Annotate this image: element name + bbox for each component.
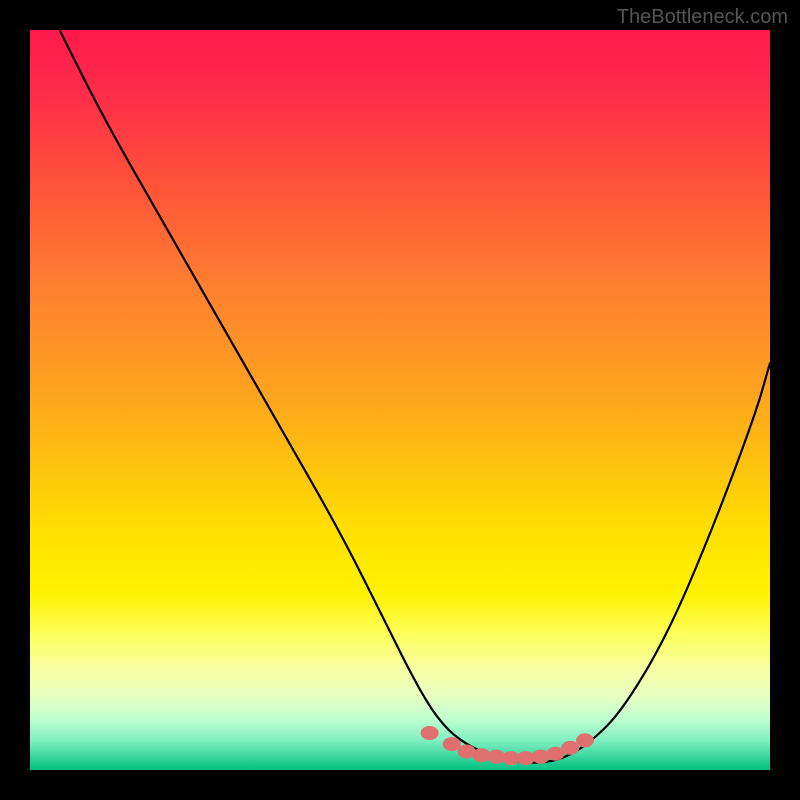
marker-point: [443, 737, 461, 751]
marker-point: [561, 741, 579, 755]
watermark-text: TheBottleneck.com: [617, 6, 788, 29]
chart-curve: [60, 30, 770, 763]
chart-markers: [421, 726, 594, 765]
marker-point: [576, 733, 594, 747]
chart-plot-area: [30, 30, 770, 770]
marker-point: [421, 726, 439, 740]
chart-svg: [30, 30, 770, 770]
